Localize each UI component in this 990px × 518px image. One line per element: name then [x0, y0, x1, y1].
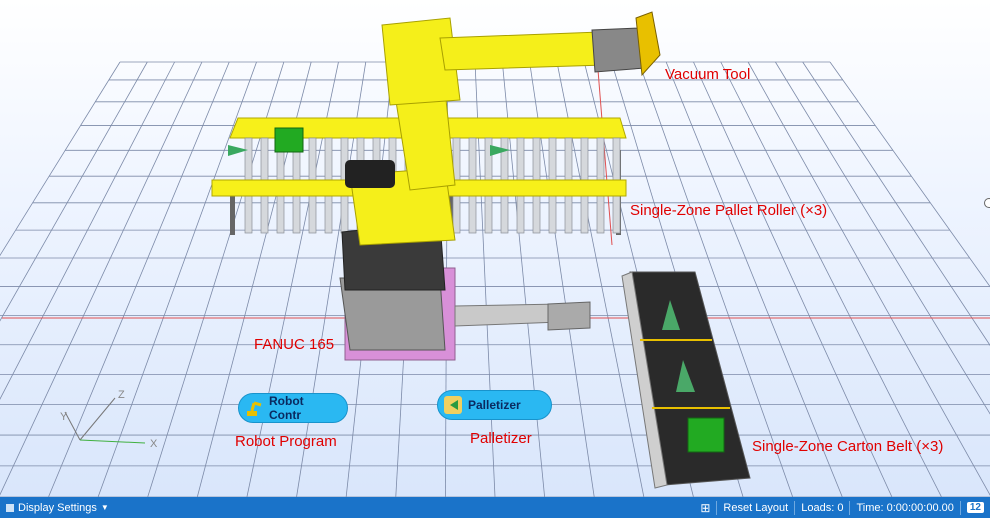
grid-view-button[interactable]: ⊞ — [694, 501, 716, 515]
palletizer-node-label: Palletizer — [468, 398, 521, 412]
axis-x-label: X — [150, 438, 158, 450]
axis-z-label: Z — [118, 389, 125, 401]
3d-viewport[interactable]: Z X Y Vacuum Tool Single-Zone Pallet Rol… — [0, 0, 990, 497]
grid-icon: ⊞ — [700, 500, 711, 515]
grid-line — [97, 61, 257, 497]
robot-arm-icon — [245, 399, 263, 417]
carton-belt-conveyor — [621, 271, 751, 489]
simulation-time: Time: 0:00:00:00.00 — [856, 501, 954, 514]
robot-controller-node-label: Robot Contr — [269, 394, 304, 422]
loads-counter: Loads: 0 — [801, 501, 844, 514]
pallet-roller-label: Single-Zone Pallet Roller (×3) — [630, 202, 828, 219]
panel-resize-handle[interactable] — [984, 198, 990, 208]
speed-badge-value: 12 — [966, 502, 984, 513]
robot-controller-node[interactable]: Robot Contr — [238, 393, 348, 423]
grid-line — [775, 61, 990, 415]
palletizer-node[interactable]: Palletizer — [437, 390, 552, 420]
display-settings-label: Display Settings — [18, 501, 97, 514]
grid-line — [0, 61, 121, 257]
palletizer-gripper — [454, 301, 591, 331]
green-carton — [274, 127, 304, 153]
robot-program-label: Robot Program — [235, 433, 337, 450]
palletizer-label: Palletizer — [470, 430, 532, 447]
palletizer-icon — [444, 396, 462, 414]
grid-line — [0, 61, 203, 496]
display-settings-icon — [6, 503, 14, 512]
grid-line — [747, 61, 990, 496]
axis-y-label: Y — [60, 411, 68, 423]
carton-belt-label: Single-Zone Carton Belt (×3) — [752, 438, 944, 455]
vacuum-tool-label: Vacuum Tool — [665, 66, 751, 83]
chevron-down-icon: ▼ — [100, 503, 109, 512]
grid-line — [0, 61, 148, 322]
display-settings-menu[interactable]: Display Settings ▼ — [0, 502, 115, 514]
reset-layout-button[interactable]: Reset Layout — [717, 502, 794, 514]
grid-line — [829, 61, 990, 288]
speed-badge[interactable]: 12 — [961, 502, 990, 513]
robot-model-label: FANUC 165 — [254, 336, 335, 353]
green-carton — [687, 417, 725, 453]
scene-canvas[interactable]: Z X Y — [0, 0, 990, 497]
status-bar: Display Settings ▼ ⊞ Reset Layout Loads:… — [0, 497, 990, 518]
